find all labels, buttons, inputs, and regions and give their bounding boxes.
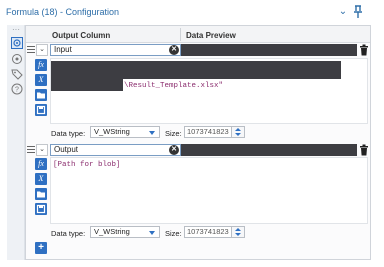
title-bar: Formula (18) - Configuration ⌄: [0, 0, 384, 25]
stepper-up-icon[interactable]: [235, 228, 241, 231]
stepper-down-icon[interactable]: [235, 233, 241, 236]
navigate-icon[interactable]: [11, 53, 23, 65]
data-type-row-2: Data type: V_WString Size: 1073741823: [50, 225, 370, 239]
expression-code-text: [Path for blob]: [53, 161, 121, 169]
trash-icon[interactable]: [359, 144, 369, 156]
data-type-label: Data type:: [51, 129, 86, 138]
drag-handle-icon[interactable]: [27, 46, 35, 54]
data-type-row-1: Data type: V_WString Size: 1073741823: [50, 125, 370, 139]
function-icon[interactable]: fx: [35, 59, 47, 71]
folder-glyph-icon: [37, 191, 45, 198]
redacted-block: [51, 79, 123, 91]
add-expression-button[interactable]: +: [35, 242, 47, 254]
pin-icon[interactable]: [352, 5, 364, 19]
header-divider: [180, 28, 181, 41]
expression-tools-1: fx X: [35, 59, 48, 119]
trash-icon[interactable]: [359, 44, 369, 56]
data-preview-cell: [181, 44, 357, 56]
save-icon[interactable]: [35, 104, 47, 116]
data-type-value: V_WString: [94, 127, 130, 136]
data-preview-header: Data Preview: [186, 31, 236, 40]
save-icon[interactable]: [35, 203, 47, 215]
data-type-value: V_WString: [94, 227, 130, 236]
redacted-block: [51, 61, 341, 79]
folder-glyph-icon: [37, 92, 45, 99]
expand-chevron-icon[interactable]: ⌄: [36, 44, 48, 56]
output-field-input[interactable]: Input: [50, 44, 181, 56]
size-label: Size:: [165, 129, 182, 138]
data-preview-cell: [181, 144, 357, 156]
clear-field-icon[interactable]: ✕: [169, 45, 179, 55]
expression-editor-2[interactable]: [Path for blob]: [50, 157, 368, 224]
function-icon[interactable]: fx: [35, 158, 47, 170]
help-icon[interactable]: ?: [11, 83, 23, 95]
expression-row-1: ⌄ Input ✕: [26, 43, 370, 57]
data-type-label: Data type:: [51, 229, 86, 238]
dropdown-caret-icon: [149, 231, 155, 235]
svg-text:?: ?: [15, 87, 19, 94]
size-input[interactable]: 1073741823: [184, 226, 232, 238]
size-input[interactable]: 1073741823: [184, 126, 232, 138]
stepper-down-icon[interactable]: [235, 133, 241, 136]
save-glyph-icon: [36, 204, 46, 214]
collapse-chevron-icon[interactable]: ⌄: [337, 6, 349, 18]
output-field-input[interactable]: Output: [50, 144, 181, 156]
expression-code-text: \Result_Template.xlsx": [124, 82, 224, 90]
drag-dots-icon: ···: [12, 25, 20, 34]
tag-icon[interactable]: [11, 68, 23, 80]
variable-icon[interactable]: X: [35, 173, 47, 185]
variable-icon[interactable]: X: [35, 74, 47, 86]
side-toolbar: ··· ?: [7, 25, 25, 260]
output-column-header: Output Column: [52, 31, 111, 40]
dropdown-caret-icon: [149, 131, 155, 135]
folder-icon[interactable]: [35, 188, 47, 200]
stepper-up-icon[interactable]: [235, 128, 241, 131]
expand-chevron-icon[interactable]: ⌄: [36, 144, 48, 156]
gear-icon[interactable]: [11, 37, 23, 49]
size-stepper[interactable]: [231, 226, 245, 238]
drag-handle-icon[interactable]: [27, 146, 35, 154]
grid-header: Output Column Data Preview: [26, 26, 370, 43]
clear-field-icon[interactable]: ✕: [169, 145, 179, 155]
data-type-select[interactable]: V_WString: [90, 226, 160, 238]
folder-icon[interactable]: [35, 89, 47, 101]
expression-tools-2: fx X: [35, 158, 48, 218]
data-type-select[interactable]: V_WString: [90, 126, 160, 138]
expression-panel: Output Column Data Preview ⌄ Input ✕ fx …: [25, 25, 371, 260]
expression-editor-1[interactable]: \Result_Template.xlsx": [50, 58, 368, 124]
size-label: Size:: [165, 229, 182, 238]
save-glyph-icon: [36, 105, 46, 115]
size-stepper[interactable]: [231, 126, 245, 138]
expression-row-2: ⌄ Output ✕: [26, 143, 370, 157]
window-title: Formula (18) - Configuration: [6, 7, 120, 17]
